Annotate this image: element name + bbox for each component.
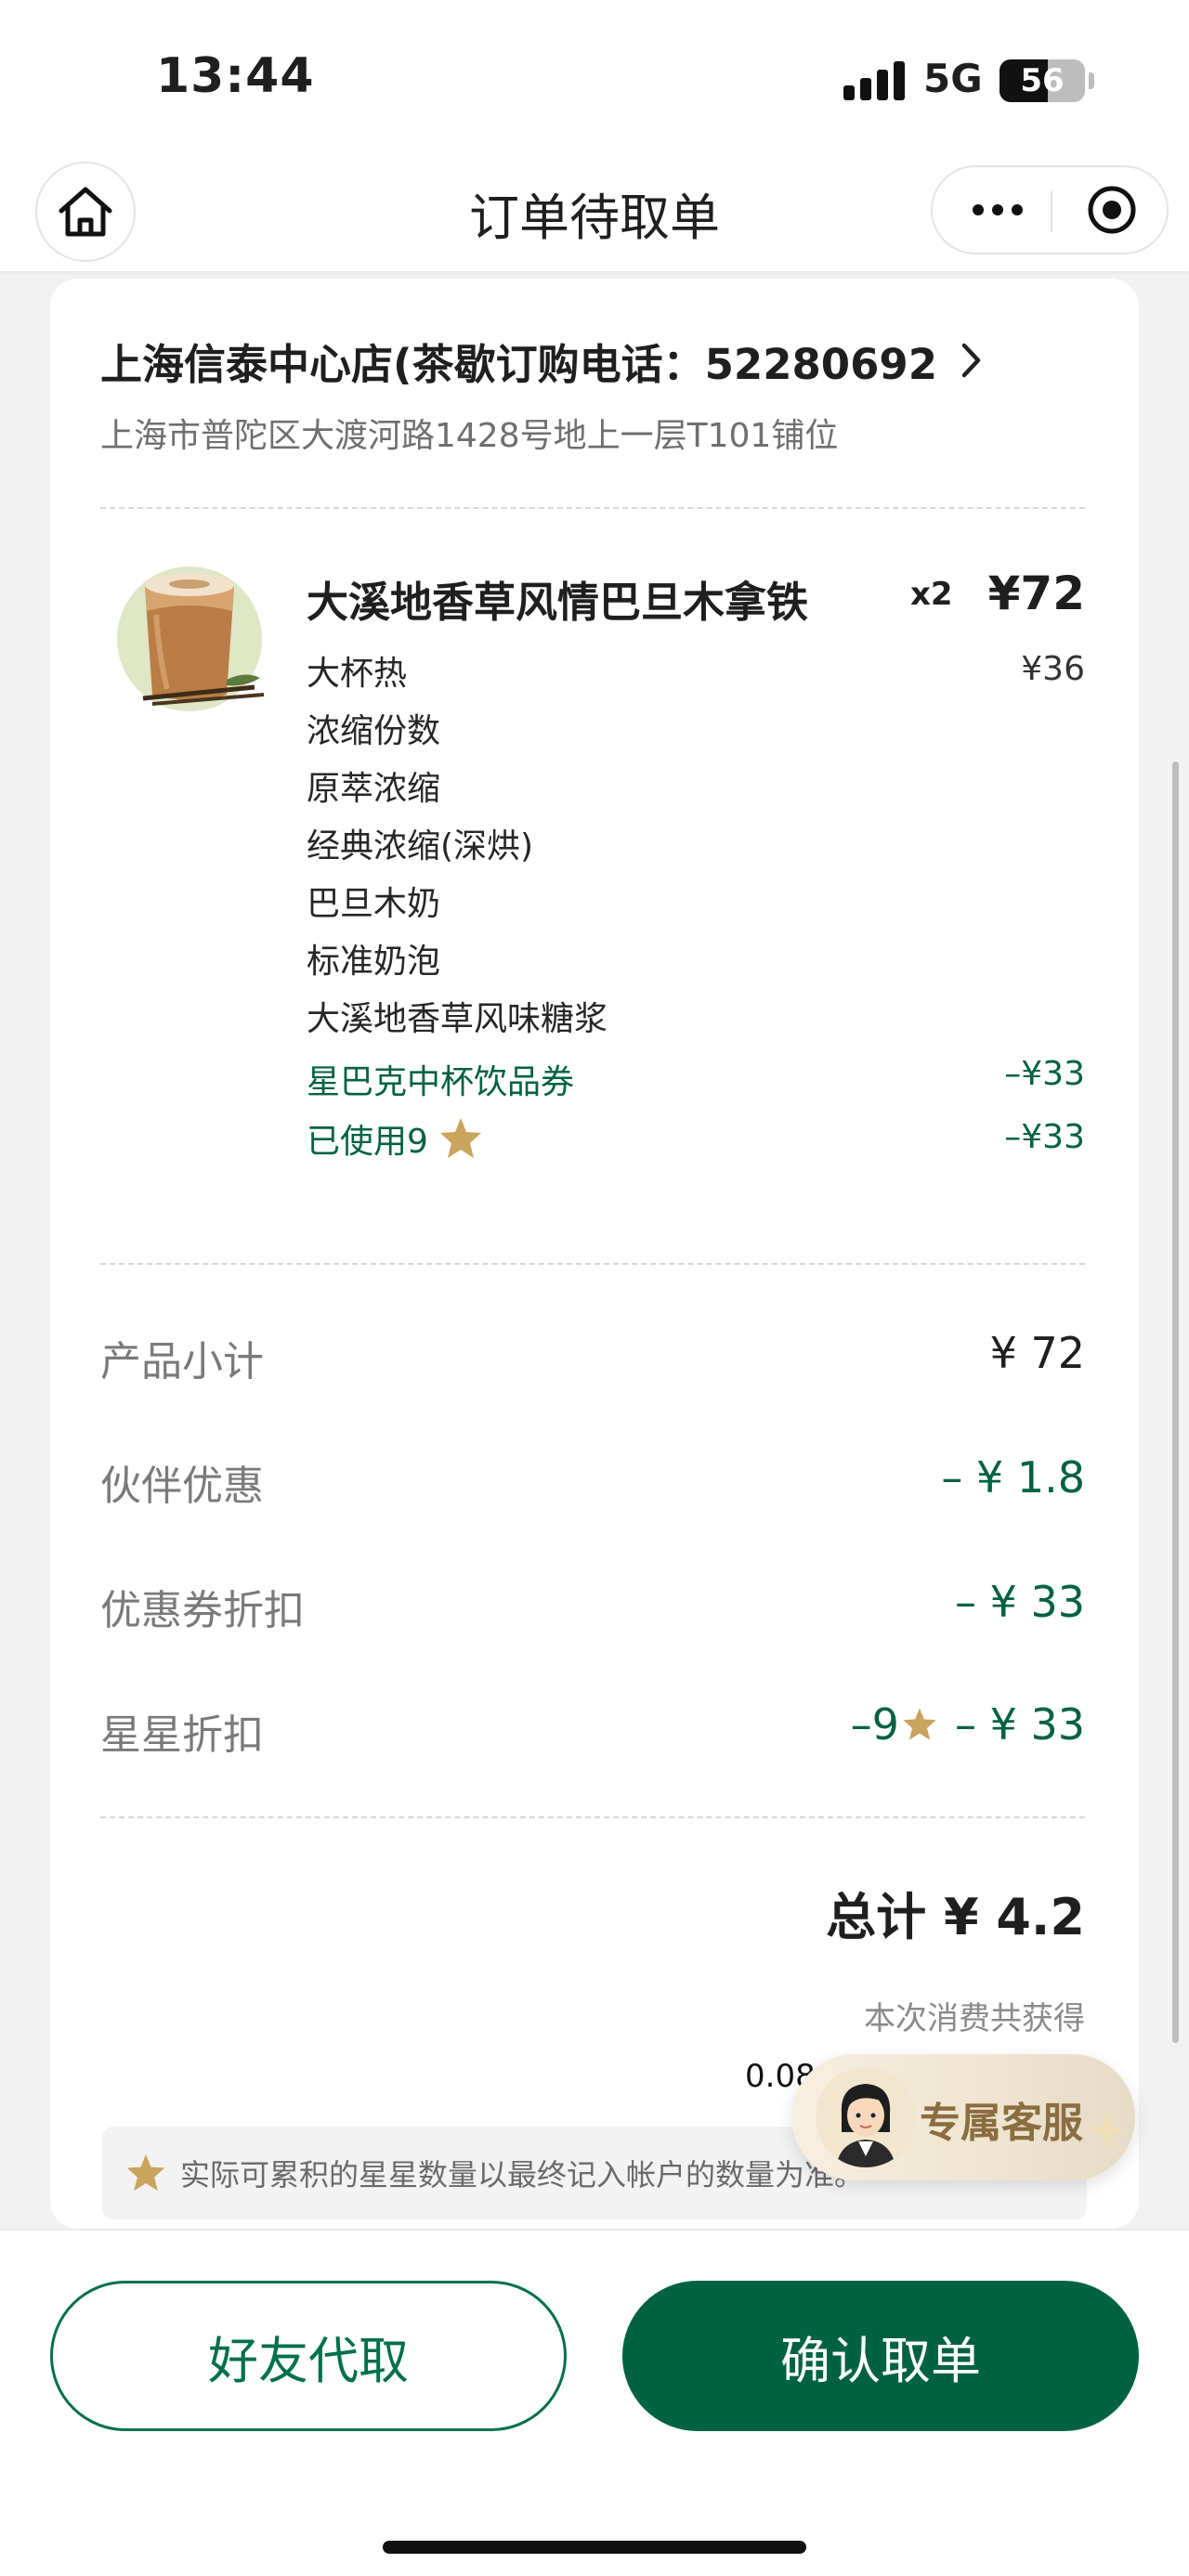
status-bar: 13:44 5G 56 [0, 0, 1189, 149]
service-label: 专属客服 [920, 2100, 1083, 2147]
product-option: 巴旦木奶 [307, 885, 441, 923]
stars-used-label: 已使用9 [307, 1123, 428, 1161]
star-discount-label: 星星折扣 [100, 1711, 264, 1759]
coupon-label: 星巴克中杯饮品券 [307, 1063, 575, 1101]
partner-discount-label: 伙伴优惠 [100, 1463, 264, 1510]
subtotal-label: 产品小计 [100, 1338, 264, 1386]
home-indicator [383, 2541, 806, 2554]
sparkle-icon [1091, 2110, 1124, 2151]
nav-bar: 订单待取单 [0, 149, 1189, 271]
dashed-divider [100, 1816, 1085, 1818]
status-time: 13:44 [156, 48, 315, 104]
order-card: 上海信泰中心店(茶歇订购电话：52280692 上海市普陀区大渡河路1428号地… [50, 279, 1139, 2229]
notice-text: 实际可累积的星星数量以最终记入帐户的数量为准。 [180, 2157, 865, 2192]
product-option: 原萃浓缩 [307, 770, 441, 808]
product-unit-price: ¥36 [1021, 650, 1085, 688]
battery-level: 56 [1020, 62, 1065, 99]
store-address: 上海市普陀区大渡河路1428号地上一层T101铺位 [100, 417, 839, 455]
more-button[interactable] [951, 167, 1044, 253]
target-icon [1088, 186, 1136, 234]
product-price: ¥72 [987, 566, 1085, 620]
product-option: 浓缩份数 [307, 712, 441, 750]
product-option: 大杯热 [307, 655, 408, 693]
dashed-divider [100, 1263, 1085, 1265]
order-page: 13:44 5G 56 订单待取单 上海信泰中心店(茶歇订购电话：5228069… [0, 0, 1189, 2576]
product-option: 经典浓缩(深烘) [307, 827, 534, 865]
store-link[interactable]: 上海信泰中心店(茶歇订购电话：52280692 [100, 325, 1057, 396]
confirm-pickup-button[interactable]: 确认取单 [622, 2281, 1139, 2431]
coupon-discount-value: – ¥ 33 [954, 1577, 1085, 1627]
coupon-discount-label: 优惠券折扣 [100, 1587, 305, 1634]
product-quantity: x2 [910, 576, 953, 613]
star-count: –9 [850, 1699, 899, 1750]
star-icon [439, 1118, 481, 1158]
product-image [115, 559, 271, 715]
earn-text: 本次消费共获得 [864, 2000, 1085, 2037]
store-name: 上海信泰中心店(茶歇订购电话：52280692 [100, 339, 938, 389]
network-label: 5G [923, 56, 983, 101]
signal-icon [843, 61, 905, 100]
product-name: 大溪地香草风情巴旦木拿铁 [307, 578, 809, 627]
battery-tip [1089, 72, 1094, 89]
partner-discount-value: – ¥ 1.8 [941, 1452, 1085, 1503]
capsule-divider [1051, 191, 1052, 232]
more-icon [973, 204, 984, 215]
friend-pickup-button[interactable]: 好友代取 [50, 2281, 567, 2431]
product-option: 大溪地香草风味糖浆 [307, 1000, 608, 1038]
star-discount-row: –9 – ¥ 33 [851, 1699, 1085, 1750]
chevron-right-icon [961, 343, 982, 378]
scrollbar[interactable] [1172, 761, 1179, 2043]
bottom-action-bar: 好友代取 确认取单 [0, 2229, 1189, 2576]
close-mini-program-button[interactable] [1061, 167, 1163, 253]
product-option: 标准奶泡 [307, 943, 441, 981]
coupon-value: –¥33 [1004, 1055, 1085, 1093]
star-icon [126, 2153, 165, 2192]
battery-icon: 56 [1000, 59, 1085, 102]
service-avatar-icon [816, 2067, 916, 2167]
star-icon [903, 1708, 936, 1740]
stars-used-value: –¥33 [1004, 1118, 1085, 1156]
subtotal-value: ¥ 72 [989, 1328, 1085, 1378]
dashed-divider [100, 507, 1085, 509]
stars-used-row: 已使用9 [307, 1114, 484, 1163]
customer-service-button[interactable]: 专属客服 [791, 2054, 1135, 2180]
mini-program-capsule [931, 165, 1169, 254]
order-total: 总计 ¥ 4.2 [826, 1888, 1085, 1946]
star-discount-value: – ¥ 33 [954, 1699, 1085, 1750]
